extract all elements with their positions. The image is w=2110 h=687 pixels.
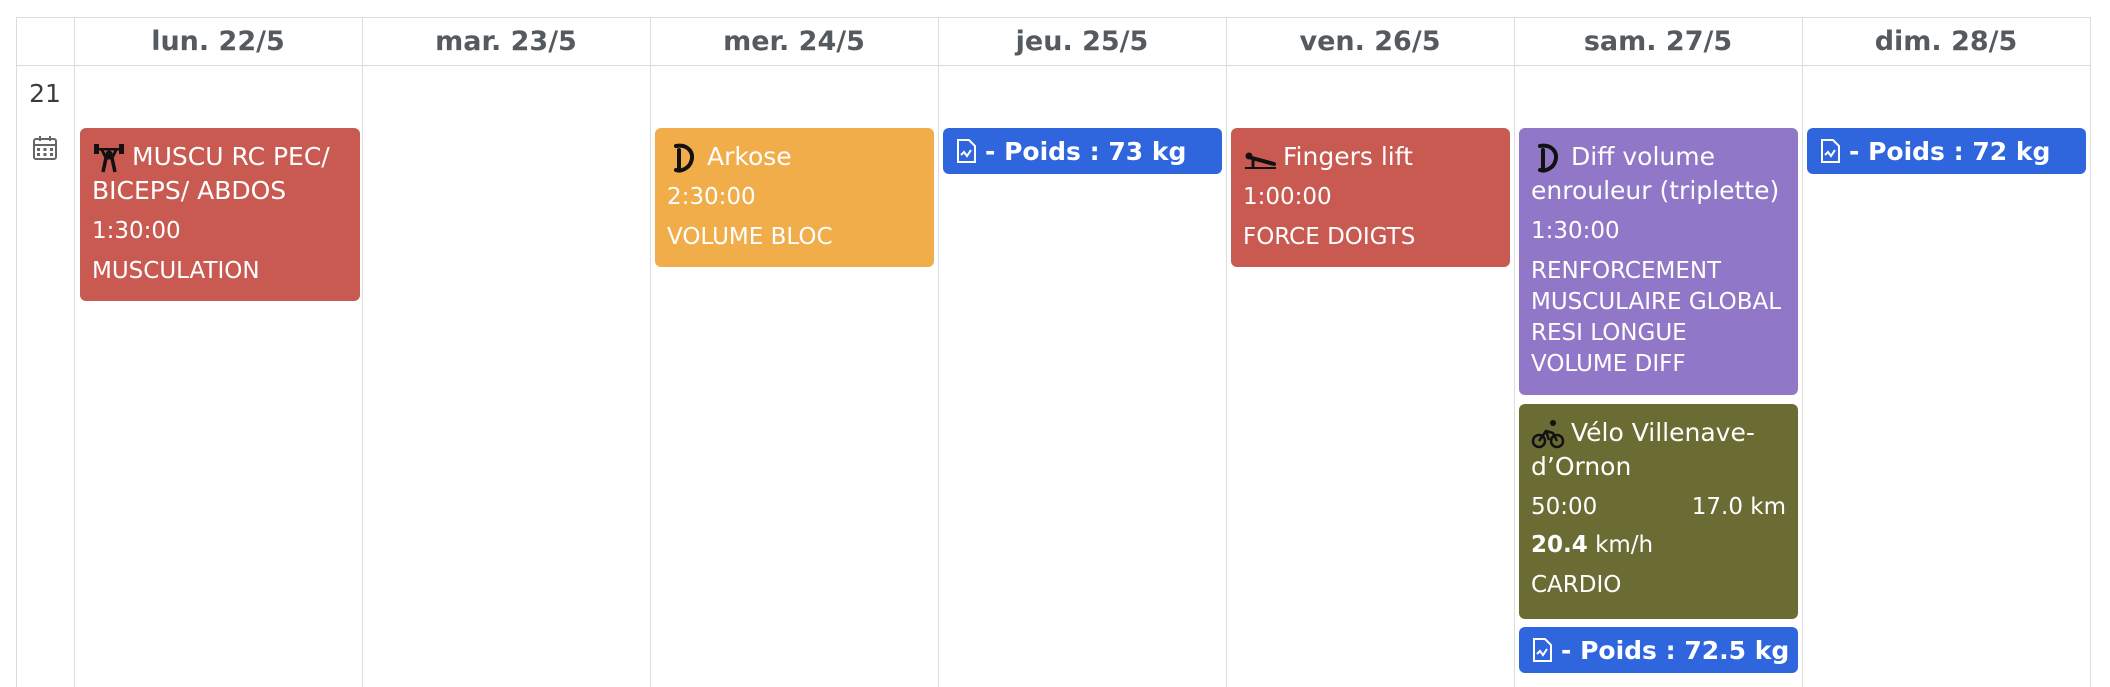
grid-line bbox=[938, 17, 939, 687]
event-title: Fingers lift bbox=[1243, 140, 1498, 174]
event-title: Diff volume enrouleur (triplette) bbox=[1531, 142, 1780, 205]
document-chart-icon bbox=[957, 139, 976, 163]
event-category: RENFORCEMENT MUSCULAIRE GLOBAL bbox=[1531, 258, 1782, 315]
grid-line bbox=[1514, 17, 1515, 687]
day-header-sun[interactable]: dim. 28/5 bbox=[1802, 17, 2090, 65]
event-muscu[interactable]: MUSCU RC PEC/ BICEPS/ ABDOS 1:30:00 MUSC… bbox=[80, 128, 360, 301]
day-header-wed[interactable]: mer. 24/5 bbox=[650, 17, 938, 65]
event-category: MUSCULATION bbox=[92, 258, 260, 284]
day-header-mon[interactable]: lun. 22/5 bbox=[74, 17, 362, 65]
grid-line bbox=[16, 17, 17, 687]
weight-entry-thu[interactable]: - Poids : 73 kg bbox=[943, 128, 1222, 174]
event-duration: 1:00:00 bbox=[1243, 184, 1332, 210]
event-stats: 50:00 17.0 km bbox=[1531, 492, 1786, 522]
weight-entry-sun[interactable]: - Poids : 72 kg bbox=[1807, 128, 2086, 174]
speed-value: 20.4 bbox=[1531, 532, 1588, 558]
event-diff-volume[interactable]: Diff volume enrouleur (triplette) 1:30:0… bbox=[1519, 128, 1798, 395]
event-title: Arkose bbox=[667, 140, 922, 174]
grid-line bbox=[1226, 17, 1227, 687]
bike-icon bbox=[1531, 420, 1565, 449]
event-distance: 17.0 km bbox=[1691, 494, 1786, 520]
event-velo[interactable]: Vélo Villenave-d’Ornon 50:00 17.0 km 20.… bbox=[1519, 404, 1798, 619]
grid-line bbox=[650, 17, 651, 687]
climbing-app-icon bbox=[674, 143, 694, 173]
grid-line bbox=[362, 17, 363, 687]
event-speed: 20.4 km/h bbox=[1531, 530, 1786, 560]
grid-line bbox=[74, 17, 75, 687]
event-duration: 1:30:00 bbox=[92, 218, 181, 244]
weightlifting-icon bbox=[94, 144, 124, 173]
day-header-tue[interactable]: mar. 23/5 bbox=[362, 17, 650, 65]
week-number: 21 bbox=[29, 79, 61, 108]
calendar-icon[interactable] bbox=[32, 135, 58, 161]
event-duration: 50:00 bbox=[1531, 494, 1598, 520]
event-duration: 1:30:00 bbox=[1531, 218, 1620, 244]
event-category: FORCE DOIGTS bbox=[1243, 224, 1416, 250]
day-header-sat[interactable]: sam. 27/5 bbox=[1514, 17, 1802, 65]
grid-line bbox=[2090, 17, 2091, 687]
climbing-app-icon bbox=[1538, 143, 1558, 173]
pushup-icon bbox=[1245, 152, 1276, 169]
event-category: VOLUME DIFF bbox=[1531, 351, 1686, 377]
speed-unit: km/h bbox=[1595, 532, 1654, 558]
event-category: CARDIO bbox=[1531, 572, 1622, 598]
event-arkose[interactable]: Arkose 2:30:00 VOLUME BLOC bbox=[655, 128, 934, 267]
grid-line bbox=[16, 65, 2091, 66]
document-chart-icon bbox=[1821, 139, 1840, 163]
event-title: MUSCU RC PEC/ BICEPS/ ABDOS bbox=[92, 142, 330, 205]
event-title: Vélo Villenave-d’Ornon bbox=[1531, 418, 1755, 481]
event-fingers-lift[interactable]: Fingers lift 1:00:00 FORCE DOIGTS bbox=[1231, 128, 1510, 267]
weight-entry-sat[interactable]: - Poids : 72.5 kg bbox=[1519, 627, 1798, 673]
grid-line bbox=[1802, 17, 1803, 687]
day-header-fri[interactable]: ven. 26/5 bbox=[1226, 17, 1514, 65]
day-header-thu[interactable]: jeu. 25/5 bbox=[938, 17, 1226, 65]
event-duration: 2:30:00 bbox=[667, 184, 756, 210]
event-category: RESI LONGUE bbox=[1531, 320, 1687, 346]
event-category: VOLUME BLOC bbox=[667, 224, 833, 250]
document-chart-icon bbox=[1533, 638, 1552, 662]
